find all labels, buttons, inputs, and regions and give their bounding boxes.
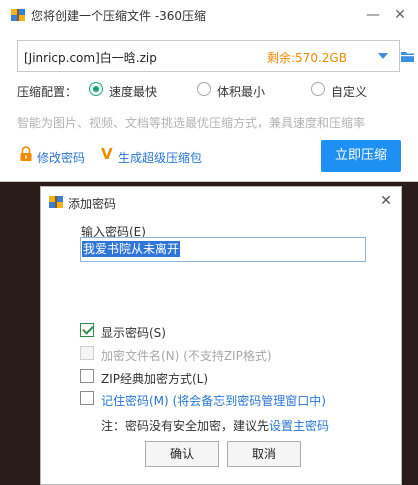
title-bar: 您将创建一个压缩文件 -360压缩 — ✕ xyxy=(0,0,418,30)
config-label: 压缩配置： xyxy=(17,85,78,99)
password-input[interactable]: 我爱书院从未离开 xyxy=(80,237,366,262)
compress-now-button[interactable]: 立即压缩 xyxy=(321,140,401,172)
remaining-space: 剩余:570.2GB xyxy=(267,51,347,65)
zip-classic-encryption-checkbox[interactable] xyxy=(80,369,94,383)
minimize-button[interactable]: — xyxy=(363,5,383,25)
security-note: 注：密码没有安全加密，建议先设置主密码 xyxy=(101,417,329,434)
remember-password-label[interactable]: 记住密码(M) (将会备忘到密码管理窗口中) xyxy=(101,392,326,409)
security-note-text: 注：密码没有安全加密，建议先 xyxy=(101,419,270,433)
radio-smallest-label[interactable]: 体积最小 xyxy=(217,83,265,100)
remember-password-checkbox[interactable] xyxy=(80,391,94,405)
encrypt-filenames-checkbox[interactable] xyxy=(80,346,94,360)
compression-hint: 智能为图片、视频、文档等挑选最优压缩方式，兼具速度和压缩率 xyxy=(17,116,366,130)
vip-v-icon: V xyxy=(101,145,113,163)
app-archive-icon xyxy=(11,9,25,21)
set-master-password-link[interactable]: 设置主密码 xyxy=(269,419,329,433)
cancel-button[interactable]: 取消 xyxy=(227,441,301,467)
archive-path-field[interactable]: [Jinricp.com]白一晗.zip 剩余:570.2GB xyxy=(17,40,414,72)
radio-fastest-label[interactable]: 速度最快 xyxy=(109,83,157,100)
compress-window: 您将创建一个压缩文件 -360压缩 — ✕ [Jinricp.com]白一晗.z… xyxy=(0,0,418,182)
confirm-button[interactable]: 确认 xyxy=(145,441,219,467)
show-password-checkbox[interactable] xyxy=(80,323,94,337)
dialog-title-bar: 添加密码 ✕ xyxy=(41,187,401,217)
lock-icon xyxy=(20,146,32,161)
folder-icon[interactable] xyxy=(401,51,414,62)
close-button[interactable]: ✕ xyxy=(390,5,410,25)
radio-smallest[interactable] xyxy=(197,82,211,96)
radio-custom-label[interactable]: 自定义 xyxy=(331,83,367,100)
show-password-label[interactable]: 显示密码(S) xyxy=(101,324,166,341)
radio-fastest[interactable] xyxy=(89,82,103,96)
app-archive-icon xyxy=(49,196,63,208)
zip-classic-encryption-label[interactable]: ZIP经典加密方式(L) xyxy=(101,370,208,387)
change-password-link[interactable]: 修改密码 xyxy=(37,149,85,166)
radio-custom[interactable] xyxy=(311,82,325,96)
archive-path[interactable]: [Jinricp.com]白一晗.zip xyxy=(24,49,157,66)
password-value[interactable]: 我爱书院从未离开 xyxy=(82,241,181,257)
dialog-close-button[interactable]: ✕ xyxy=(377,192,395,210)
window-title: 您将创建一个压缩文件 -360压缩 xyxy=(31,9,207,23)
chevron-down-icon[interactable] xyxy=(378,53,388,59)
encrypt-filenames-label: 加密文件名(N) (不支持ZIP格式) xyxy=(101,349,272,363)
dialog-title: 添加密码 xyxy=(68,197,117,211)
add-password-dialog: 添加密码 ✕ 输入密码(E) 我爱书院从未离开 显示密码(S) 加密文件名(N)… xyxy=(40,186,402,485)
super-package-link[interactable]: 生成超级压缩包 xyxy=(118,149,202,166)
